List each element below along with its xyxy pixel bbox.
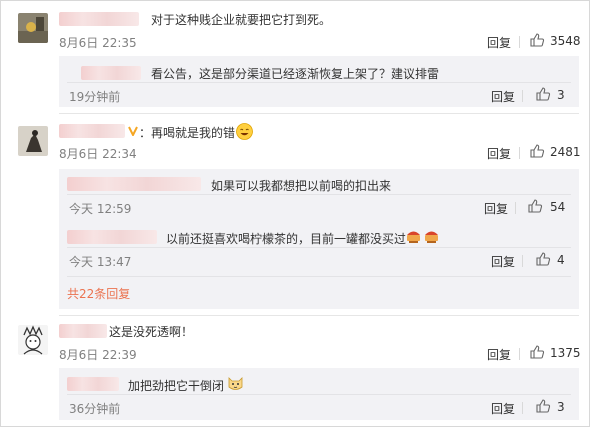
like-icon[interactable] — [535, 251, 551, 267]
reply-button[interactable]: 回复 — [484, 200, 508, 217]
divider — [67, 247, 571, 248]
reply-time: 19分钟前 — [69, 90, 121, 104]
like-count: 3 — [557, 88, 565, 102]
divider — [67, 276, 571, 277]
reply-time: 今天 12:59 — [69, 202, 132, 216]
separator — [519, 348, 520, 360]
user-avatar[interactable] — [18, 325, 48, 355]
reply-username-blurred[interactable] — [67, 230, 157, 244]
like-icon[interactable] — [535, 86, 551, 102]
like-icon[interactable] — [535, 398, 551, 414]
reply-button[interactable]: 回复 — [487, 34, 511, 51]
separator — [519, 147, 520, 159]
separator — [519, 36, 520, 48]
reply-button[interactable]: 回复 — [487, 346, 511, 363]
comment-list: 对于这种贱企业就要把它打到死。 8月6日 22:35 回复 3548 看公告，这… — [0, 0, 590, 427]
reply-text: 看公告，这是部分渠道已经逐渐恢复上架了？建议排雷 — [151, 67, 440, 81]
reply-username-blurred[interactable] — [67, 177, 201, 191]
reply-username-blurred[interactable] — [81, 66, 141, 80]
reply-username-blurred[interactable] — [67, 377, 119, 391]
comment-text: ：再喝就是我的错 — [139, 126, 236, 140]
reply-button[interactable]: 回复 — [487, 145, 511, 162]
view-all-replies-link[interactable]: 共22条回复 — [67, 285, 130, 302]
user-avatar[interactable] — [18, 13, 48, 43]
reply-button[interactable]: 回复 — [491, 400, 515, 417]
like-count: 3548 — [550, 34, 581, 48]
smile-emoji-icon — [236, 123, 253, 140]
username-blurred[interactable] — [59, 12, 139, 26]
reply-text: 加把劲把它干倒闭 — [128, 379, 225, 393]
like-icon[interactable] — [527, 198, 543, 214]
separator — [522, 90, 523, 102]
reply-time: 36分钟前 — [69, 402, 121, 416]
divider — [67, 394, 571, 395]
like-icon[interactable] — [529, 143, 545, 159]
separator — [515, 202, 516, 214]
reply-button[interactable]: 回复 — [491, 253, 515, 270]
like-count: 1375 — [550, 346, 581, 360]
like-count: 54 — [550, 200, 566, 214]
drink-emoji-icon — [423, 228, 440, 245]
reply-text: 以前还挺喜欢喝柠檬茶的，目前一罐都没买过 — [166, 232, 407, 246]
like-count: 4 — [557, 253, 565, 267]
reply-text: 如果可以我都想把以前喝的扣出来 — [211, 179, 392, 193]
divider — [59, 113, 579, 114]
user-avatar[interactable] — [18, 126, 48, 156]
divider — [67, 194, 571, 195]
like-count: 2481 — [550, 145, 581, 159]
comment-time: 8月6日 22:39 — [59, 348, 137, 362]
comment-text: 这是没死透啊！ — [109, 325, 194, 339]
like-count: 3 — [557, 400, 565, 414]
cat-emoji-icon — [227, 375, 244, 392]
separator — [522, 255, 523, 267]
comment-text: 对于这种贱企业就要把它打到死。 — [151, 13, 332, 27]
separator — [522, 402, 523, 414]
divider — [59, 315, 579, 316]
like-icon[interactable] — [529, 344, 545, 360]
drink-emoji-icon — [405, 228, 422, 245]
comment-time: 8月6日 22:35 — [59, 36, 137, 50]
divider — [67, 82, 571, 83]
username-blurred[interactable] — [59, 124, 125, 138]
username-blurred[interactable] — [59, 324, 107, 338]
reply-button[interactable]: 回复 — [491, 88, 515, 105]
comment-time: 8月6日 22:34 — [59, 147, 137, 161]
reply-time: 今天 13:47 — [69, 255, 132, 269]
like-icon[interactable] — [529, 32, 545, 48]
verified-badge-icon — [128, 125, 138, 138]
